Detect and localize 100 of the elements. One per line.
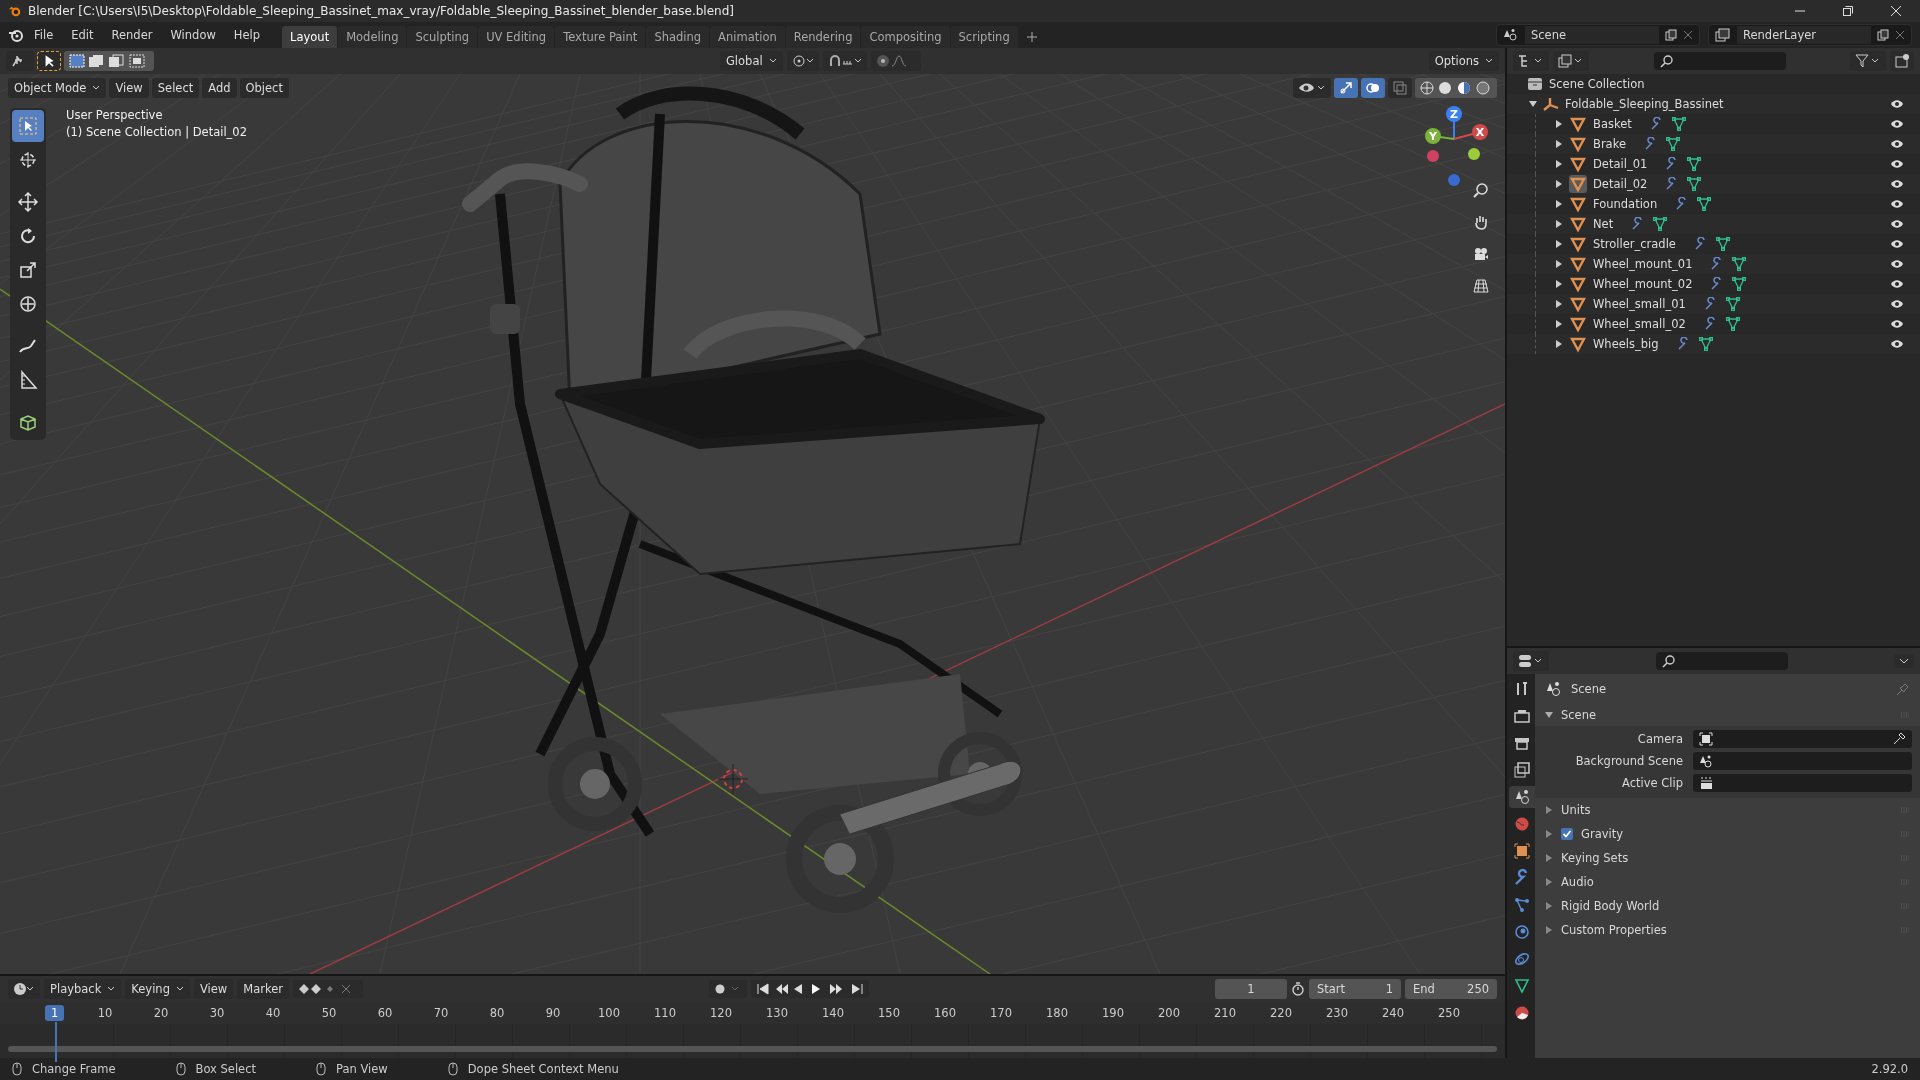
datablock-field[interactable] xyxy=(1693,774,1912,792)
expand-arrow-icon[interactable] xyxy=(1555,320,1563,328)
grid-icon[interactable] xyxy=(1473,278,1489,294)
workspace-tab[interactable]: Shading xyxy=(646,26,710,48)
timeline-menu[interactable]: Marker xyxy=(237,979,289,999)
mesh-data-icon[interactable] xyxy=(1666,137,1680,151)
expand-arrow-icon[interactable] xyxy=(1545,711,1553,719)
workspace-tab[interactable]: Sculpting xyxy=(407,26,478,48)
xray-toggle-icon[interactable] xyxy=(1388,78,1412,98)
playhead-frame-marker[interactable]: 1 xyxy=(45,1005,65,1021)
search-field[interactable] xyxy=(1655,652,1788,670)
mesh-data-icon[interactable] xyxy=(1698,337,1713,351)
horizontal-scrollbar[interactable] xyxy=(8,1046,1497,1052)
workspace-tab[interactable]: Scripting xyxy=(950,26,1018,48)
eye-icon[interactable] xyxy=(1890,199,1904,209)
snap-icon[interactable] xyxy=(822,51,867,71)
mesh-object-icon[interactable] xyxy=(1569,335,1587,353)
stopwatch-icon[interactable] xyxy=(1291,982,1305,996)
panel-title[interactable]: Units xyxy=(1561,803,1591,817)
menu-item[interactable]: File xyxy=(26,25,62,45)
workspace-tab[interactable]: Compositing xyxy=(861,26,950,48)
viewport-menu[interactable]: View xyxy=(109,78,149,98)
pivot-point-icon[interactable] xyxy=(786,51,819,71)
panel-title[interactable]: Scene xyxy=(1561,708,1597,722)
eye-icon[interactable] xyxy=(1890,119,1904,129)
clock-icon[interactable] xyxy=(8,979,40,999)
panel-title[interactable]: Gravity xyxy=(1581,827,1623,841)
expand-arrow-icon[interactable] xyxy=(1555,300,1563,308)
expand-arrow-icon[interactable] xyxy=(1555,160,1563,168)
wrench-icon[interactable] xyxy=(1676,337,1691,351)
mesh-data-icon[interactable] xyxy=(1697,197,1712,211)
maximize-icon[interactable] xyxy=(1842,5,1854,17)
mesh-data-icon[interactable] xyxy=(1725,317,1740,331)
select-box-tool-icon[interactable] xyxy=(12,110,44,142)
wrench-icon[interactable] xyxy=(1649,117,1664,131)
datablock-field[interactable] xyxy=(1693,730,1912,748)
expand-arrow-icon[interactable] xyxy=(1555,280,1563,288)
navigation-gizmo[interactable]: Z Y X xyxy=(1425,106,1488,186)
start-frame-value[interactable]: 1 xyxy=(1385,982,1393,996)
outliner-item[interactable]: Wheel_mount_01 xyxy=(1593,257,1693,271)
mesh-object-icon[interactable] xyxy=(1569,115,1587,133)
chevron-down-icon[interactable] xyxy=(1894,654,1914,668)
mesh-object-icon[interactable] xyxy=(1569,175,1587,193)
mesh-object-icon[interactable] xyxy=(1569,135,1587,153)
outliner-item[interactable]: Brake xyxy=(1593,137,1626,151)
outliner-item[interactable]: Detail_02 xyxy=(1593,177,1648,191)
gizmo-toggle-icon[interactable] xyxy=(1334,78,1358,98)
panel-title[interactable]: Audio xyxy=(1561,875,1594,889)
transform-orientation-dropdown[interactable]: Global xyxy=(719,51,783,71)
workspace-tab[interactable]: Texture Paint xyxy=(555,26,646,48)
mesh-object-icon[interactable] xyxy=(1569,315,1587,333)
proportional-edit-icon[interactable] xyxy=(870,51,921,71)
select-tool-icon[interactable] xyxy=(38,52,60,70)
scene-icon[interactable] xyxy=(1509,786,1535,808)
eye-icon[interactable] xyxy=(1890,159,1904,169)
mode-dropdown[interactable]: Object Mode xyxy=(8,78,107,98)
workspace-tab[interactable]: Rendering xyxy=(785,26,861,48)
mesh-object-icon[interactable] xyxy=(1569,235,1587,253)
wrench-icon[interactable] xyxy=(1703,317,1718,331)
outliner-item[interactable]: Wheels_big xyxy=(1593,337,1659,351)
playback-control-icons[interactable] xyxy=(751,980,869,998)
outliner-item[interactable]: Stroller_cradle xyxy=(1593,237,1676,251)
selection-mode-icons[interactable] xyxy=(64,51,154,71)
expand-arrow-icon[interactable] xyxy=(1555,260,1563,268)
outliner-item[interactable]: Detail_01 xyxy=(1593,157,1648,171)
outliner-item[interactable]: Wheel_small_01 xyxy=(1593,297,1686,311)
menu-item[interactable]: Window xyxy=(162,25,224,45)
panel-title[interactable]: Keying Sets xyxy=(1561,851,1629,865)
eye-icon[interactable] xyxy=(1890,219,1904,229)
workspace-tab[interactable]: UV Editing xyxy=(478,26,555,48)
hand-icon[interactable] xyxy=(1473,214,1489,230)
wrench-icon[interactable] xyxy=(1693,237,1708,251)
mesh-data-icon[interactable] xyxy=(1687,157,1702,171)
menu-item[interactable]: Edit xyxy=(63,25,102,45)
eye-icon[interactable] xyxy=(1890,319,1904,329)
end-frame-value[interactable]: 250 xyxy=(1467,982,1489,996)
eye-icon[interactable] xyxy=(1890,339,1904,349)
add-workspace-icon[interactable] xyxy=(1026,32,1037,42)
mesh-data-icon[interactable] xyxy=(1715,237,1730,251)
panel-title[interactable]: Rigid Body World xyxy=(1561,899,1660,913)
eyedropper-icon[interactable] xyxy=(1892,732,1906,746)
display-mode-icon[interactable] xyxy=(1513,51,1549,71)
eye-icon[interactable] xyxy=(1890,279,1904,289)
mesh-data-icon[interactable] xyxy=(1671,117,1686,131)
record-icon[interactable] xyxy=(709,980,747,998)
menu-item[interactable]: Help xyxy=(225,25,269,45)
workspace-tab[interactable]: Animation xyxy=(710,26,785,48)
mesh-object-icon[interactable] xyxy=(1569,155,1587,173)
current-frame-field[interactable]: 1 xyxy=(1215,979,1287,999)
wrench-icon[interactable] xyxy=(1703,297,1718,311)
mesh-object-icon[interactable] xyxy=(1569,275,1587,293)
panel-title[interactable]: Custom Properties xyxy=(1561,923,1667,937)
mesh-object-icon[interactable] xyxy=(1569,255,1587,273)
timeline-menu[interactable]: View xyxy=(193,979,234,999)
outliner-item[interactable]: Scene Collection xyxy=(1549,77,1645,91)
checkbox[interactable] xyxy=(1561,828,1573,840)
timeline-dropdown[interactable]: Keying xyxy=(125,979,190,999)
eye-icon[interactable] xyxy=(1890,179,1904,189)
menu-item[interactable]: Render xyxy=(103,25,161,45)
pin-icon[interactable] xyxy=(1896,682,1910,696)
